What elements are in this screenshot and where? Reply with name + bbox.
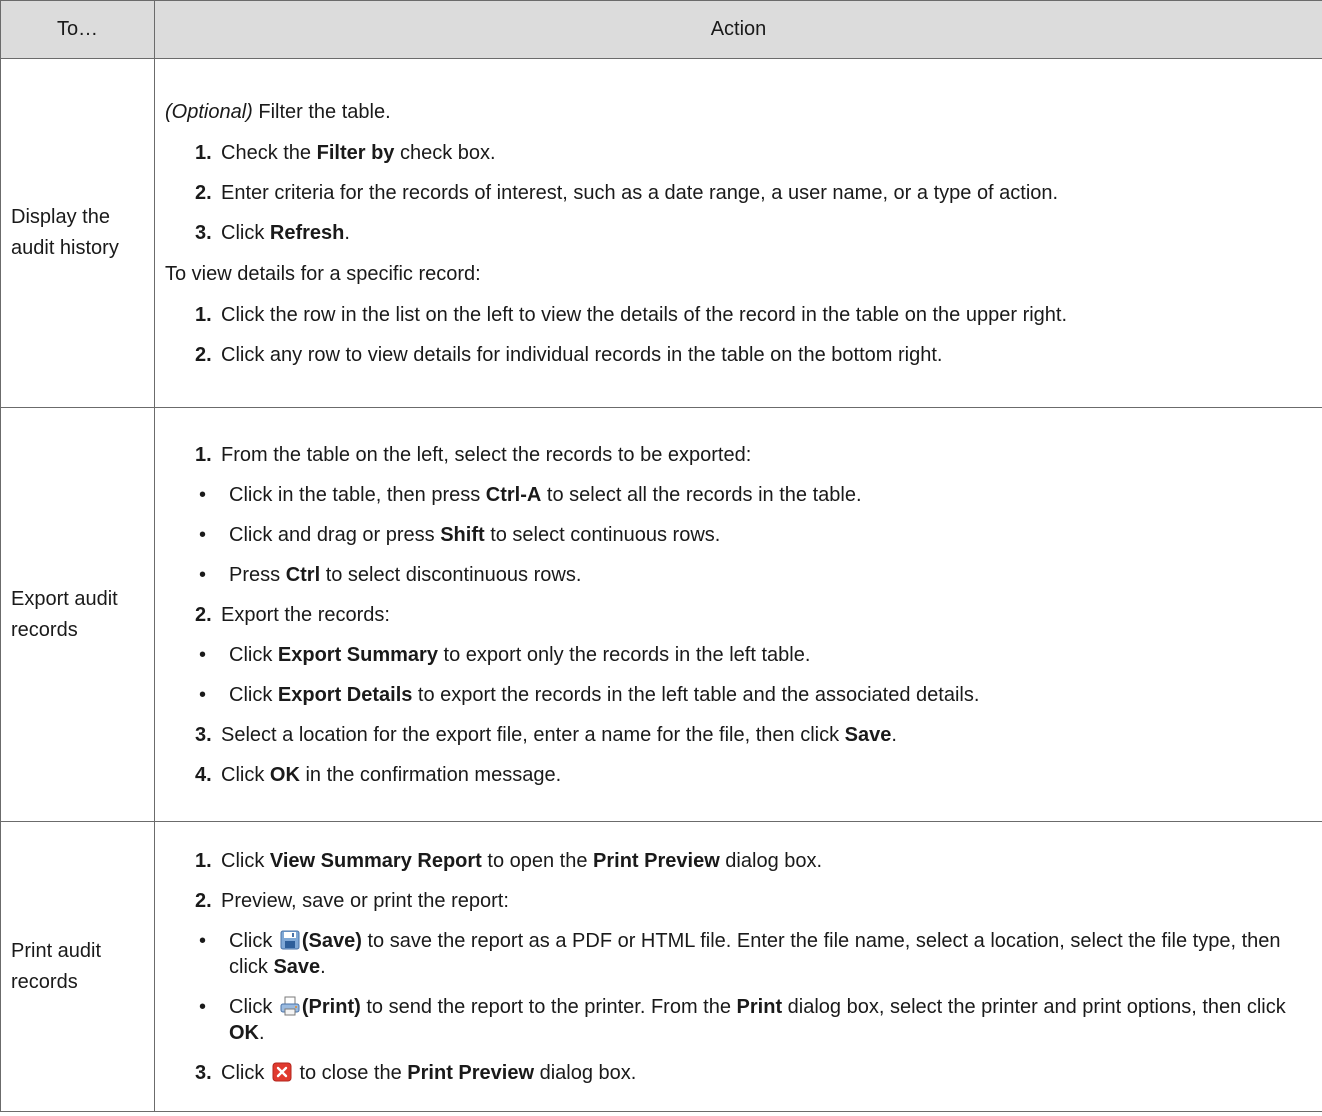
row-label-display: Display the audit history (0, 58, 155, 408)
bullet-item: Click in the table, then press Ctrl-A to… (165, 482, 1314, 508)
print-icon (280, 996, 300, 1016)
instructions-table: To… Action Display the audit history (Op… (0, 0, 1322, 1112)
list-item: 2. Click any row to view details for indi… (195, 343, 943, 366)
list-item: 1. From the table on the left, select the… (195, 443, 752, 466)
table-row-display: Display the audit history (Optional) Fil… (0, 58, 1322, 408)
table-row-export: Export audit records 1. From the table on… (0, 407, 1322, 822)
table-row-print: Print audit records 1. Click View Summary… (0, 821, 1322, 1112)
row-label-export: Export audit records (0, 407, 155, 822)
bullet-item: Click Export Details to export the recor… (165, 682, 1314, 708)
optional-label: (Optional) (165, 100, 253, 123)
filter-steps: 1. Check the Filter by check box. 2. Enter… (165, 140, 1314, 246)
list-item: 4. Click OK in the confirmation message. (195, 763, 562, 786)
row-label-print: Print audit records (0, 821, 155, 1112)
close-icon (272, 1062, 292, 1082)
list-item: 3. Click to close the Print Preview dialo… (195, 1061, 637, 1084)
list-item: 1. Click the row in the list on the left … (195, 303, 1068, 326)
list-item: 2. Enter criteria for the records of inte… (195, 181, 1059, 204)
list-item: 1. Click View Summary Report to open the … (195, 849, 823, 872)
list-item: 2. Preview, save or print the report: (195, 889, 509, 912)
view-steps: 1. Click the row in the list on the left … (165, 302, 1314, 368)
bullet-item: Click and drag or press Shift to select … (165, 522, 1314, 548)
list-item: 1. Check the Filter by check box. (195, 141, 496, 164)
bullet-item: Click (Save) to save the report as a PDF… (165, 928, 1314, 980)
save-icon (280, 930, 300, 950)
bullet-item: Click Export Summary to export only the … (165, 642, 1314, 668)
bullet-item: Press Ctrl to select discontinuous rows. (165, 562, 1314, 588)
header-row: To… Action (0, 0, 1322, 59)
view-intro: To view details for a specific record: (165, 262, 481, 285)
action-cell-export: 1. From the table on the left, select the… (154, 407, 1322, 822)
header-action: Action (154, 0, 1322, 59)
action-cell-print: 1. Click View Summary Report to open the … (154, 821, 1322, 1112)
list-item: 3. Select a location for the export file,… (195, 723, 897, 746)
filter-intro: (Optional) Filter the table. (165, 99, 1314, 125)
list-item: 3. Click Refresh. (195, 221, 350, 244)
filter-text: Filter the table. (252, 100, 391, 123)
bullet-item: Click (Print) to send the report to the … (165, 994, 1314, 1046)
header-to: To… (0, 0, 155, 59)
list-item: 2. Export the records: (195, 603, 390, 626)
action-cell-display: (Optional) Filter the table. 1. Check the… (154, 58, 1322, 408)
